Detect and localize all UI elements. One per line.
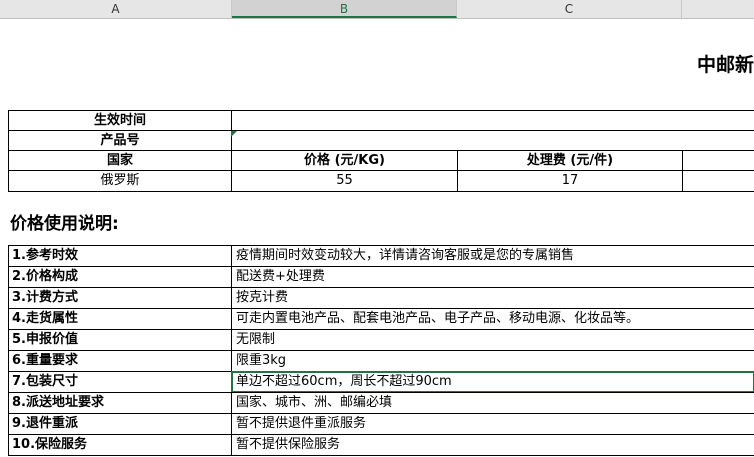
note-label[interactable]: 1.参考时效	[8, 245, 232, 267]
note-label[interactable]: 5.申报价值	[8, 329, 232, 351]
note-value[interactable]: 暂不提供退件重派服务	[231, 413, 754, 435]
note-value[interactable]: 无限制	[231, 329, 754, 351]
note-label[interactable]: 3.计费方式	[8, 287, 232, 309]
product-no-value[interactable]	[231, 130, 754, 151]
note-value[interactable]: 配送费+处理费	[231, 266, 754, 288]
note-label[interactable]: 4.走货属性	[8, 308, 232, 330]
note-value[interactable]: 疫情期间时效变动较大，详情请咨询客服或是您的专属销售	[231, 245, 754, 267]
price-row-handling-fee[interactable]: 17	[457, 170, 683, 192]
column-header-c[interactable]: C	[457, 0, 682, 18]
note-value[interactable]: 暂不提供保险服务	[231, 434, 754, 456]
price-row-country[interactable]: 俄罗斯	[8, 170, 232, 192]
note-value[interactable]: 限重3kg	[231, 350, 754, 372]
column-header-bar: A B C	[0, 0, 754, 19]
note-label[interactable]: 7.包装尺寸	[8, 371, 232, 393]
sheet-title[interactable]: 中邮新	[697, 50, 754, 77]
price-header-min[interactable]: 最小	[682, 150, 754, 171]
section-title[interactable]: 价格使用说明:	[10, 209, 119, 234]
note-label[interactable]: 2.价格构成	[8, 266, 232, 288]
note-label[interactable]: 8.派送地址要求	[8, 392, 232, 414]
effective-time-value[interactable]	[231, 110, 754, 131]
note-label[interactable]: 6.重量要求	[8, 350, 232, 372]
price-row-price[interactable]: 55	[231, 170, 458, 192]
note-value[interactable]: 国家、城市、洲、邮编必填	[231, 392, 754, 414]
effective-time-label[interactable]: 生效时间	[8, 110, 232, 131]
note-label[interactable]: 10.保险服务	[8, 434, 232, 456]
note-label[interactable]: 9.退件重派	[8, 413, 232, 435]
column-header-d[interactable]	[682, 0, 754, 18]
price-row-min[interactable]	[682, 170, 754, 192]
product-no-label[interactable]: 产品号	[8, 130, 232, 151]
column-header-a[interactable]: A	[0, 0, 232, 18]
comment-indicator-icon	[231, 131, 237, 137]
price-header-handling-fee[interactable]: 处理费 (元/件)	[457, 150, 683, 171]
column-header-b[interactable]: B	[232, 0, 457, 18]
note-value[interactable]: 单边不超过60cm，周长不超过90cm	[231, 371, 754, 393]
note-value[interactable]: 可走内置电池产品、配套电池产品、电子产品、移动电源、化妆品等。	[231, 308, 754, 330]
note-value[interactable]: 按克计费	[231, 287, 754, 309]
price-header-price[interactable]: 价格 (元/KG)	[231, 150, 458, 171]
price-header-country[interactable]: 国家	[8, 150, 232, 171]
